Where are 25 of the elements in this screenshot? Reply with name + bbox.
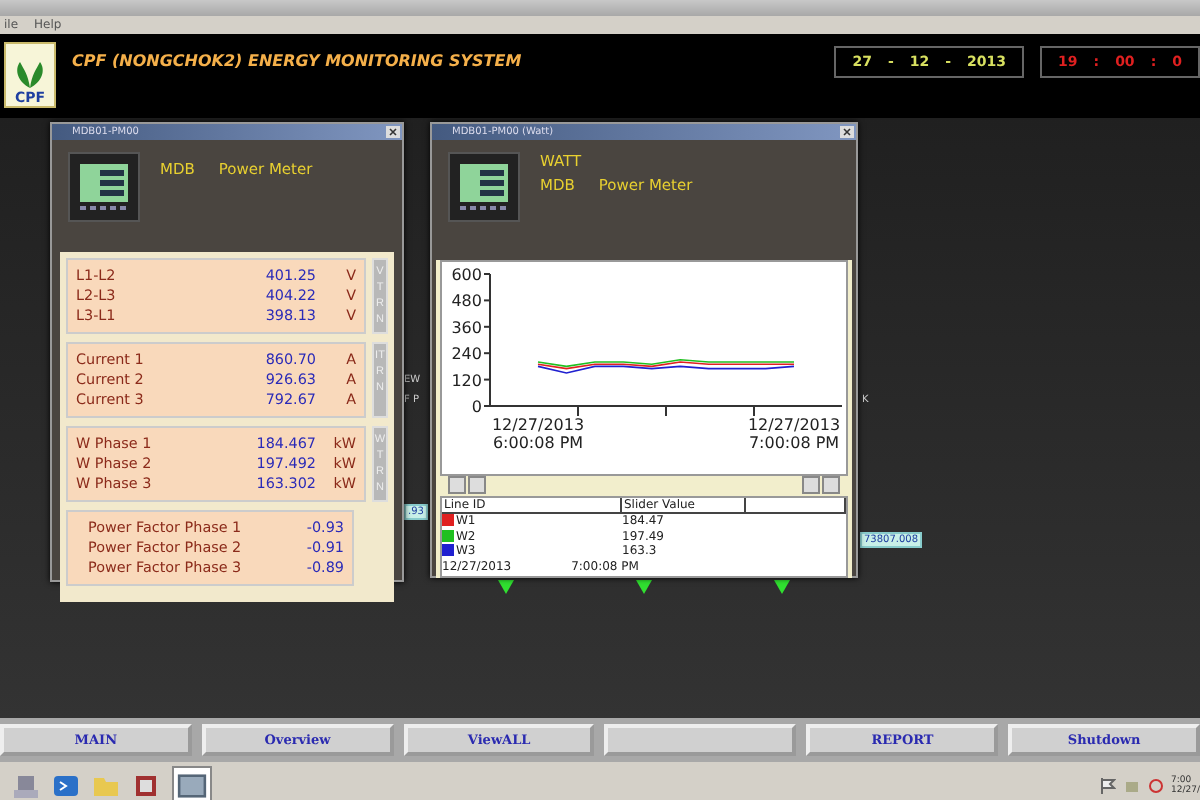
x-tick-label: 12/27/2013 7:00:08 PM: [747, 416, 841, 452]
y-tick-label: 0: [471, 398, 482, 416]
blank-button[interactable]: [604, 724, 797, 756]
terminal-icon[interactable]: [52, 771, 80, 799]
y-tick-label: 240: [451, 345, 482, 364]
app-icon[interactable]: [132, 771, 160, 799]
down-arrow-icon: [774, 580, 790, 594]
down-arrow-icon: [636, 580, 652, 594]
close-icon[interactable]: [840, 126, 854, 138]
y-tick-label: 480: [451, 292, 482, 311]
down-arrow-icon: [498, 580, 514, 594]
x-tick-label: 12/27/2013 6:00:08 PM: [491, 416, 585, 452]
y-tick-label: 360: [451, 318, 482, 337]
y-tick-label: 120: [451, 371, 482, 390]
flag-icon[interactable]: [1099, 777, 1116, 793]
system-title: CPF (NONGCHOK2) ENERGY MONITORING SYSTEM: [72, 52, 524, 70]
close-icon[interactable]: [386, 126, 400, 138]
server-icon[interactable]: [12, 771, 40, 799]
window-icon[interactable]: [172, 765, 212, 800]
y-tick-label: 600: [451, 266, 482, 284]
y-axis: [483, 273, 491, 407]
network-icon[interactable]: [1123, 777, 1140, 793]
power-meter-icon: [68, 152, 140, 222]
volume-icon[interactable]: [1147, 777, 1164, 793]
power-meter-icon: [448, 152, 520, 222]
